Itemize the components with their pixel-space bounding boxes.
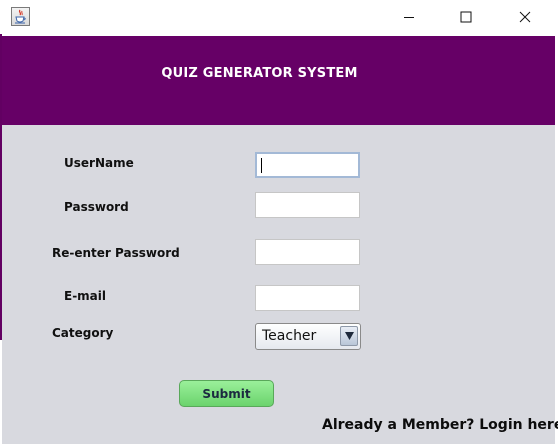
password-label: Password — [64, 200, 129, 214]
reenter-password-field[interactable] — [255, 239, 360, 265]
java-cup-icon — [11, 7, 30, 26]
maximize-button[interactable] — [443, 0, 489, 34]
minimize-icon — [404, 17, 414, 18]
email-label: E-mail — [64, 289, 107, 303]
reenter-password-label: Re-enter Password — [52, 246, 180, 260]
submit-button[interactable]: Submit — [179, 380, 274, 407]
header-banner: QUIZ GENERATOR SYSTEM — [2, 36, 555, 125]
category-select[interactable]: Teacher — [255, 323, 361, 350]
close-button[interactable] — [502, 0, 548, 34]
category-selected-value: Teacher — [262, 328, 317, 344]
text-caret — [261, 158, 262, 173]
dropdown-arrow-button[interactable] — [340, 326, 358, 346]
minimize-button[interactable] — [386, 0, 432, 34]
title-bar — [0, 0, 558, 34]
close-icon — [519, 11, 531, 23]
password-field[interactable] — [255, 192, 360, 218]
chevron-down-icon — [344, 332, 354, 340]
login-link[interactable]: Already a Member? Login here — [322, 417, 558, 433]
maximize-icon — [460, 11, 472, 23]
category-label: Category — [52, 326, 114, 340]
email-field[interactable] — [255, 285, 360, 311]
username-field[interactable] — [255, 152, 360, 178]
page-title: QUIZ GENERATOR SYSTEM — [161, 66, 358, 81]
app-window: QUIZ GENERATOR SYSTEM UserName Password … — [0, 0, 558, 444]
registration-form: UserName Password Re-enter Password E-ma… — [2, 125, 558, 444]
username-label: UserName — [64, 156, 134, 170]
